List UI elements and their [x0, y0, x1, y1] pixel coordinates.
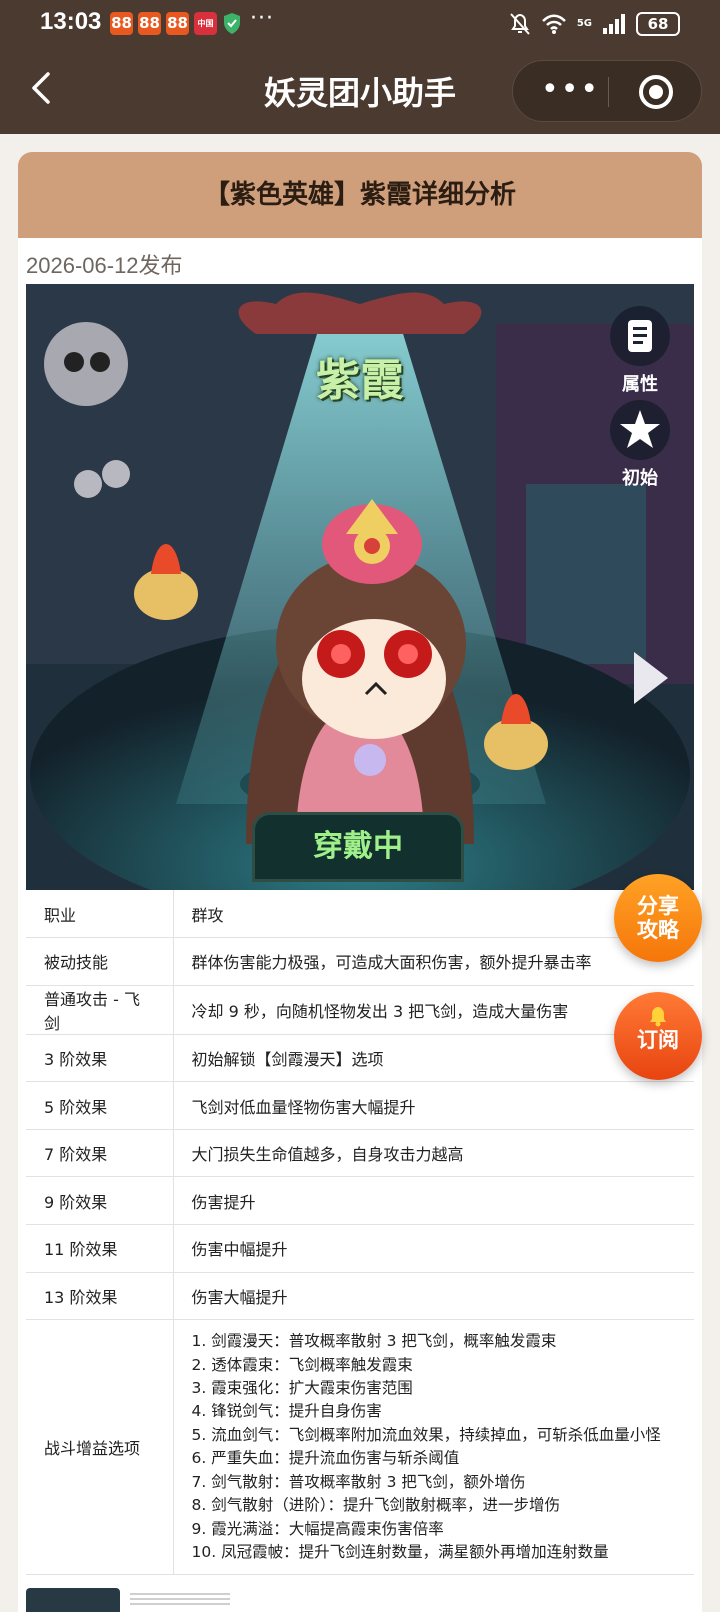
wifi-icon — [541, 14, 566, 34]
buff-item: 7. 剑气散射：普攻概率散射 3 把飞剑，额外增伤 — [191, 1472, 526, 1491]
app-header: 妖灵团小助手 ••• — [0, 48, 720, 134]
subscribe-label: 订阅 — [637, 1028, 679, 1052]
share-label-line2: 攻略 — [637, 918, 679, 942]
article-title: 【紫色英雄】紫霞详细分析 — [18, 152, 702, 238]
table-row: 13 阶效果 伤害大幅提升 — [26, 1272, 694, 1321]
network-type: 5G — [576, 18, 592, 29]
row-key: 职业 — [26, 890, 174, 939]
close-target-icon[interactable] — [639, 75, 673, 109]
row-value: 伤害中幅提升 — [173, 1224, 694, 1273]
document-icon — [610, 306, 670, 366]
buff-item: 9. 霞光满溢：大幅提高霞束伤害倍率 — [191, 1519, 444, 1538]
battery-level: 68 — [636, 12, 680, 36]
row-key: 11 阶效果 — [26, 1224, 174, 1273]
initial-button[interactable]: 初始 — [600, 400, 680, 490]
attribute-button[interactable]: 属性 — [600, 306, 680, 396]
table-row-buffs: 战斗增益选项 1. 剑霞漫天：普攻概率散射 3 把飞剑，概率触发霞束 2. 透体霞束… — [26, 1319, 694, 1576]
row-key: 被动技能 — [26, 937, 174, 986]
mini-program-capsule: ••• — [512, 60, 702, 122]
app-notification-icon: 88 — [138, 12, 161, 35]
initial-label: 初始 — [622, 468, 658, 489]
buff-item: 10. 凤冠霞帔：提升飞剑连射数量，满星额外再增加连射数量 — [191, 1542, 609, 1561]
bell-icon — [650, 1007, 666, 1027]
hero-image: 紫霞 属性 初始 穿戴中 — [26, 284, 694, 890]
buff-item: 5. 流血剑气：飞剑概率附加流血效果，持续掉血，可斩杀低血量小怪 — [191, 1425, 661, 1444]
hero-name: 紫霞 — [316, 355, 404, 406]
shield-icon — [224, 13, 240, 34]
table-row: 9 阶效果 伤害提升 — [26, 1176, 694, 1226]
buff-list-cell: 1. 剑霞漫天：普攻概率散射 3 把飞剑，概率触发霞束 2. 透体霞束：飞剑概率触… — [173, 1319, 694, 1576]
table-row: 11 阶效果 伤害中幅提升 — [26, 1224, 694, 1273]
row-key: 普通攻击 - 飞剑 — [26, 985, 174, 1035]
star-icon — [610, 400, 670, 460]
app-notification-icon: 中国 — [194, 12, 217, 35]
row-key: 7 阶效果 — [26, 1129, 174, 1178]
buff-list: 1. 剑霞漫天：普攻概率散射 3 把飞剑，概率触发霞束 2. 透体霞束：飞剑概率触… — [192, 1320, 677, 1574]
share-label-line1: 分享 — [637, 894, 679, 918]
more-notifications-icon: ··· — [250, 6, 274, 31]
row-key: 3 阶效果 — [26, 1034, 174, 1083]
bottom-thumbnail — [26, 1588, 120, 1612]
buff-item: 3. 霞束强化：扩大霞束伤害范围 — [191, 1379, 413, 1398]
mute-icon — [510, 13, 530, 35]
table-row: 职业 群攻 — [26, 890, 694, 939]
next-arrow-icon[interactable] — [634, 652, 668, 704]
status-bar: 13:03 88 88 88 中国 ··· 5G 68 — [0, 0, 720, 48]
more-menu-button[interactable]: ••• — [541, 75, 600, 105]
share-guide-button[interactable]: 分享 攻略 — [614, 874, 702, 962]
table-row: 7 阶效果 大门损失生命值越多，自身攻击力越高 — [26, 1129, 694, 1178]
attribute-label: 属性 — [622, 374, 658, 395]
publish-date: 2026-06-12发布 — [26, 253, 183, 278]
bottom-preview-lines — [130, 1590, 230, 1610]
row-value: 飞剑对低血量怪物伤害大幅提升 — [173, 1081, 694, 1130]
capsule-divider — [608, 77, 609, 107]
row-key: 战斗增益选项 — [26, 1319, 174, 1576]
row-value: 伤害提升 — [173, 1176, 694, 1226]
row-value: 大门损失生命值越多，自身攻击力越高 — [173, 1129, 694, 1178]
subscribe-button[interactable]: 订阅 — [614, 992, 702, 1080]
table-row: 被动技能 群体伤害能力极强，可造成大面积伤害，额外提升暴击率 — [26, 937, 694, 986]
row-value: 伤害大幅提升 — [173, 1272, 694, 1321]
row-value: 群体伤害能力极强，可造成大面积伤害，额外提升暴击率 — [173, 937, 694, 986]
row-key: 13 阶效果 — [26, 1272, 174, 1321]
row-key: 5 阶效果 — [26, 1081, 174, 1130]
buff-item: 8. 剑气散射（进阶）：提升飞剑散射概率，进一步增伤 — [191, 1496, 560, 1515]
article-card: 【紫色英雄】紫霞详细分析 2026-06-12发布 紫霞 属性 初始 穿戴中 职… — [18, 152, 702, 1612]
status-time: 13:03 — [40, 8, 102, 35]
wearing-badge: 穿戴中 — [252, 812, 464, 882]
buff-item: 4. 锋锐剑气：提升自身伤害 — [191, 1402, 382, 1421]
table-row: 普通攻击 - 飞剑 冷却 9 秒，向随机怪物发出 3 把飞剑，造成大量伤害 — [26, 985, 694, 1035]
signal-icon — [603, 14, 625, 34]
buff-item: 2. 透体霞束：飞剑概率触发霞束 — [191, 1355, 413, 1374]
table-row: 5 阶效果 飞剑对低血量怪物伤害大幅提升 — [26, 1081, 694, 1130]
buff-item: 6. 严重失血：提升流血伤害与斩杀阈值 — [191, 1449, 460, 1468]
app-notification-icon: 88 — [110, 12, 133, 35]
table-row: 3 阶效果 初始解锁【剑霞漫天】选项 — [26, 1034, 694, 1083]
hero-info-table: 职业 群攻 被动技能 群体伤害能力极强，可造成大面积伤害，额外提升暴击率 普通攻击 - … — [26, 890, 694, 1576]
buff-item: 1. 剑霞漫天：普攻概率散射 3 把飞剑，概率触发霞束 — [191, 1332, 557, 1351]
app-notification-icon: 88 — [166, 12, 189, 35]
row-key: 9 阶效果 — [26, 1176, 174, 1226]
